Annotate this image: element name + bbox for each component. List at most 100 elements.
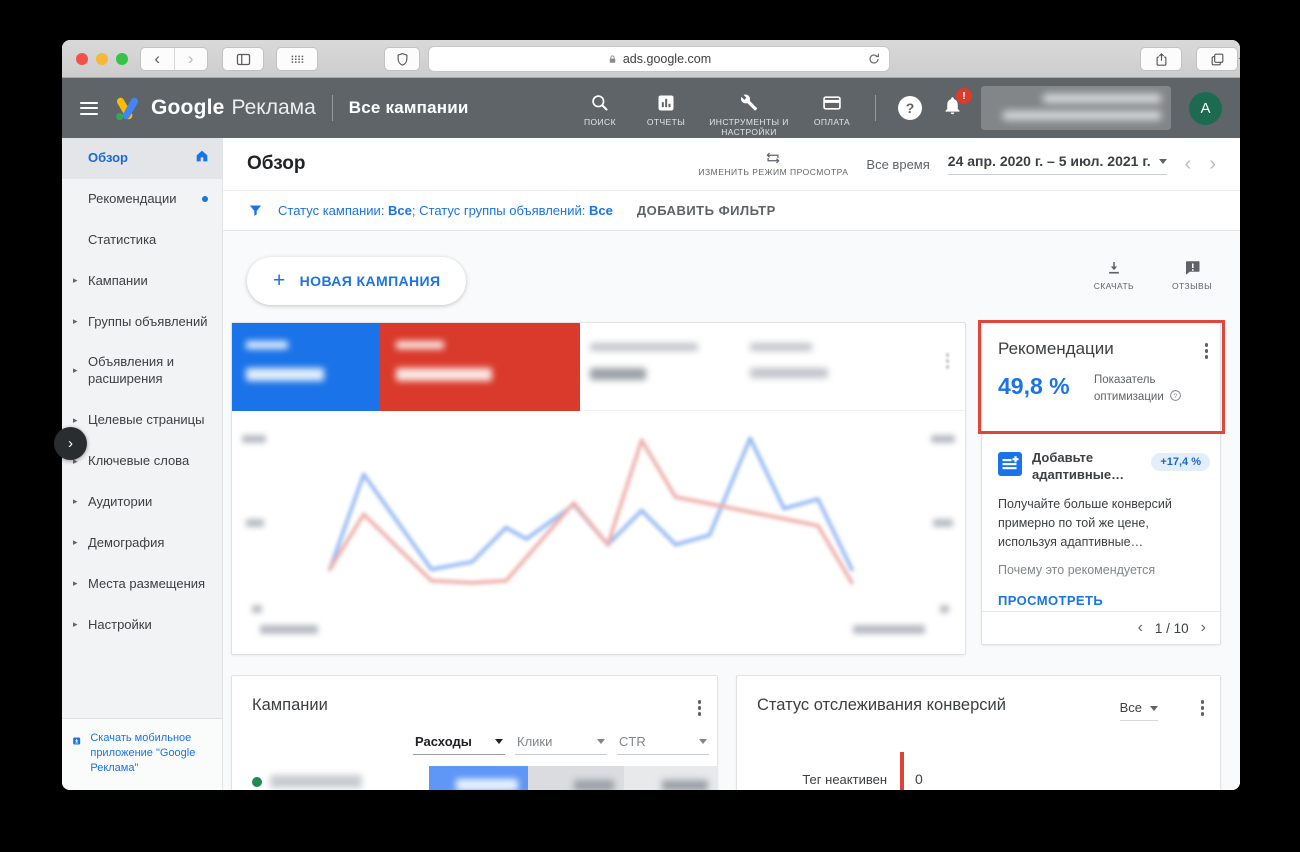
- filter-bar: Статус кампании: Все; Статус группы объя…: [223, 191, 1240, 231]
- conversion-card-menu[interactable]: [1197, 696, 1209, 720]
- close-window-button[interactable]: [76, 53, 88, 65]
- minimize-window-button[interactable]: [96, 53, 108, 65]
- help-circle-icon[interactable]: ?: [1169, 389, 1182, 402]
- tab-overview-grid-button[interactable]: [276, 47, 318, 71]
- recommendation-body: Получайте больше конверсий примерно по т…: [998, 495, 1204, 551]
- back-button[interactable]: ‹: [141, 48, 175, 70]
- filter-value1: Все: [388, 203, 412, 218]
- campaign-table-row[interactable]: [232, 766, 717, 790]
- sidebar-item-placements[interactable]: ▸ Места размещения: [62, 564, 222, 605]
- download-mobile-app-link[interactable]: Скачать мобильное приложение "Google Рек…: [62, 718, 222, 790]
- expand-arrow-icon: ▸: [73, 316, 78, 328]
- download-icon: [1105, 259, 1123, 277]
- pagination-next-button[interactable]: ›: [1201, 620, 1206, 636]
- download-button[interactable]: СКАЧАТЬ: [1094, 259, 1134, 291]
- overview-chart-card: [231, 322, 966, 655]
- history-nav-group: ‹ ›: [140, 47, 208, 71]
- date-next-button[interactable]: ›: [1209, 154, 1216, 174]
- recommendation-item-title[interactable]: Добавьте адаптивные…: [1032, 450, 1136, 484]
- sidebar-item-ad-groups[interactable]: ▸ Группы объявлений: [62, 302, 222, 343]
- shield-icon: [395, 52, 410, 67]
- brand-google: Google: [151, 96, 225, 120]
- sidebar-item-label: Места размещения: [88, 576, 205, 591]
- swap-view-icon: [764, 151, 782, 165]
- change-view-mode-button[interactable]: ИЗМЕНИТЬ РЕЖИМ ПРОСМОТРА: [698, 151, 848, 177]
- sidebar-item-label: Ключевые слова: [88, 453, 189, 468]
- address-bar[interactable]: ads.google.com: [428, 46, 890, 72]
- sidebar-item-landing-pages[interactable]: ▸ Целевые страницы: [62, 400, 222, 441]
- gads-header: Google Реклама Все кампании ПОИСК ОТЧЕТЫ…: [62, 78, 1240, 138]
- conversion-row-value: 0: [915, 771, 923, 787]
- feedback-button[interactable]: ОТЗЫВЫ: [1172, 259, 1212, 291]
- share-button[interactable]: [1140, 47, 1182, 71]
- conversion-tracking-card: Статус отслеживания конверсий Все Тег не…: [736, 675, 1221, 790]
- hamburger-menu-icon[interactable]: [80, 102, 98, 115]
- expand-arrow-icon: ▸: [73, 578, 78, 590]
- sidebar-item-label: Демография: [88, 535, 164, 550]
- conversion-filter-select[interactable]: Все: [1120, 700, 1158, 721]
- grid-icon: [289, 51, 305, 67]
- date-prev-button[interactable]: ‹: [1185, 154, 1192, 174]
- why-recommended-link[interactable]: Почему это рекомендуется: [998, 563, 1155, 577]
- sidebar-collapse-handle[interactable]: ›: [54, 427, 87, 460]
- view-recommendation-link[interactable]: ПРОСМОТРЕТЬ: [998, 593, 1103, 608]
- cost-cell: [429, 766, 528, 790]
- chevron-down-icon: [699, 739, 707, 748]
- campaigns-menu[interactable]: [694, 696, 706, 720]
- sidebar-item-recommendations[interactable]: Рекомендации: [62, 179, 222, 220]
- x-axis-label-blurred: [853, 625, 925, 634]
- chevron-down-icon: [1159, 159, 1167, 168]
- brand-name: Google Реклама: [151, 96, 316, 120]
- metric-select-clicks[interactable]: Клики: [515, 734, 607, 755]
- help-button[interactable]: ?: [898, 96, 922, 120]
- feedback-icon: [1183, 259, 1201, 277]
- series-red: [330, 440, 852, 583]
- nav-search[interactable]: ПОИСК: [571, 78, 629, 138]
- sidebar-panel-icon: [235, 51, 252, 68]
- sidebar-item-demographics[interactable]: ▸ Демография: [62, 523, 222, 564]
- blurred-metric-label: [246, 341, 288, 349]
- sidebar: Обзор Рекомендации Статистика ▸ Кампании…: [62, 138, 223, 790]
- chevron-down-icon: [1150, 706, 1158, 715]
- recommendations-menu[interactable]: [1201, 339, 1213, 363]
- sidebar-item-ads-extensions[interactable]: ▸ Объявления и расширения: [62, 342, 222, 400]
- sidebar-item-overview[interactable]: Обзор: [62, 138, 222, 179]
- sidebar-item-settings[interactable]: ▸ Настройки: [62, 605, 222, 646]
- sidebar-item-statistics[interactable]: Статистика: [62, 220, 222, 261]
- main-area: Обзор ИЗМЕНИТЬ РЕЖИМ ПРОСМОТРА Все время…: [223, 138, 1240, 790]
- notification-badge: !: [956, 88, 972, 104]
- chart-card-menu[interactable]: [942, 349, 954, 373]
- conversion-row-label: Тег неактивен: [737, 772, 887, 787]
- share-icon: [1154, 52, 1169, 67]
- new-campaign-button[interactable]: + НОВАЯ КАМПАНИЯ: [247, 257, 466, 305]
- filter-summary[interactable]: Статус кампании: Все; Статус группы объя…: [278, 203, 613, 218]
- metric-select-ctr[interactable]: CTR: [617, 734, 709, 755]
- account-info-blurred[interactable]: [981, 86, 1171, 130]
- date-range-picker[interactable]: 24 апр. 2020 г. – 5 июл. 2021 г.: [948, 153, 1167, 175]
- new-tab-button[interactable]: +: [1230, 47, 1240, 71]
- sidebar-item-audiences[interactable]: ▸ Аудитории: [62, 482, 222, 523]
- sidebar-item-campaigns[interactable]: ▸ Кампании: [62, 261, 222, 302]
- metric-tile-cost[interactable]: [380, 323, 580, 411]
- change-view-label: ИЗМЕНИТЬ РЕЖИМ ПРОСМОТРА: [698, 167, 848, 177]
- reload-button[interactable]: [866, 51, 882, 70]
- nav-tools[interactable]: ИНСТРУМЕНТЫ И НАСТРОЙКИ: [703, 78, 795, 138]
- sidebar-toggle-button[interactable]: [222, 47, 264, 71]
- nav-reports[interactable]: ОТЧЕТЫ: [637, 78, 695, 138]
- metric-select-label: CTR: [619, 734, 646, 749]
- pagination-prev-button[interactable]: ‹: [1138, 620, 1143, 636]
- avatar[interactable]: A: [1189, 92, 1222, 125]
- notifications-button[interactable]: !: [942, 95, 963, 121]
- sidebar-item-label: Статистика: [88, 232, 156, 247]
- metric-select-cost[interactable]: Расходы: [413, 734, 505, 755]
- privacy-shield-button[interactable]: [384, 47, 420, 71]
- recommendations-pagination: ‹ 1 / 10 ›: [982, 611, 1220, 644]
- overview-line-chart: [262, 425, 940, 615]
- zoom-window-button[interactable]: [116, 53, 128, 65]
- forward-button[interactable]: ›: [175, 48, 208, 70]
- add-filter-button[interactable]: ДОБАВИТЬ ФИЛЬТР: [637, 203, 776, 218]
- nav-billing[interactable]: ОПЛАТА: [803, 78, 861, 138]
- metric-tile-clicks[interactable]: [232, 323, 380, 411]
- expand-arrow-icon: ▸: [73, 275, 78, 287]
- new-campaign-label: НОВАЯ КАМПАНИЯ: [300, 273, 441, 289]
